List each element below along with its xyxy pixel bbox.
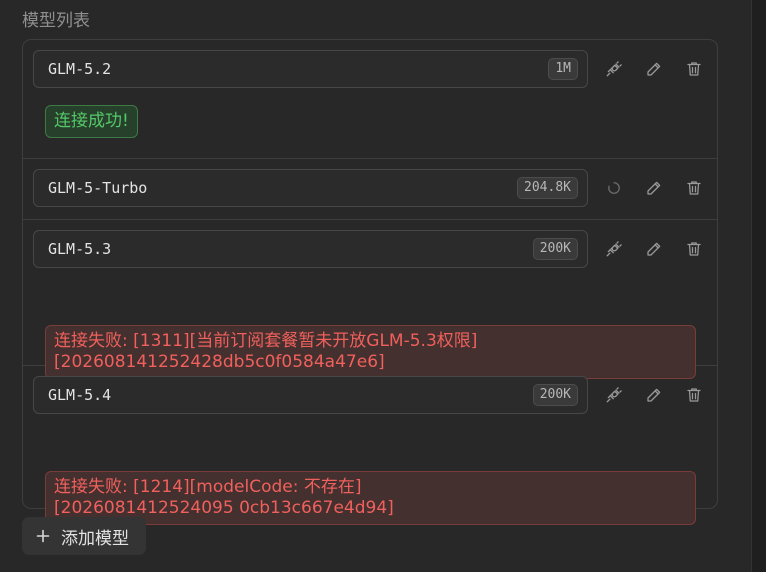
status-line: 连接成功! (54, 111, 129, 131)
context-length-badge: 1M (548, 58, 578, 80)
delete-button[interactable] (681, 56, 707, 82)
status-line: 连接失败: [1311][当前订阅套餐暂未开放GLM-5.3权限] (54, 331, 478, 351)
pencil-icon (647, 181, 661, 195)
test-connection-button[interactable] (601, 56, 627, 82)
status-line: [2026081412524095 0cb13c667e4d94] (54, 498, 394, 518)
edit-button[interactable] (641, 175, 667, 201)
delete-button[interactable] (681, 236, 707, 262)
trash-icon (687, 242, 701, 256)
plus-icon (36, 529, 50, 543)
add-model-label: 添加模型 (61, 528, 129, 549)
model-name: GLM-5.2 (48, 60, 112, 78)
edit-button[interactable] (641, 56, 667, 82)
test-connection-button[interactable] (601, 382, 627, 408)
model-name: GLM-5-Turbo (48, 179, 148, 197)
edit-button[interactable] (641, 236, 667, 262)
model-list: GLM-5.2 1M 连接成功! GLM-5-Turbo 204.8K GLM-… (22, 39, 718, 525)
model-name-field[interactable]: GLM-5-Turbo 204.8K (33, 169, 588, 207)
model-row: GLM-5-Turbo 204.8K (23, 159, 717, 220)
status-line: 连接失败: [1214][modelCode: 不存在] (54, 477, 362, 497)
scrollbar-track[interactable] (751, 0, 766, 572)
context-length-badge: 200K (532, 384, 578, 406)
status-error-message: 连接失败: [1214][modelCode: 不存在] [2026081412… (45, 471, 696, 525)
plug-icon (606, 241, 622, 257)
pencil-icon (647, 388, 661, 402)
pencil-icon (647, 62, 661, 76)
test-connection-button[interactable] (601, 175, 627, 201)
trash-icon (687, 388, 701, 402)
section-title: 模型列表 (22, 11, 90, 31)
trash-icon (687, 181, 701, 195)
model-name-field[interactable]: GLM-5.4 200K (33, 376, 588, 414)
delete-button[interactable] (681, 175, 707, 201)
model-row: GLM-5.3 200K 连接失败: [1311][当前订阅套餐暂未开放GLM-… (23, 220, 717, 379)
context-length-badge: 204.8K (517, 177, 578, 199)
model-name: GLM-5.3 (48, 240, 112, 258)
plug-icon (606, 387, 622, 403)
add-model-button[interactable]: 添加模型 (22, 517, 146, 555)
pencil-icon (647, 242, 661, 256)
model-name-field[interactable]: GLM-5.3 200K (33, 230, 588, 268)
model-name-field[interactable]: GLM-5.2 1M (33, 50, 588, 88)
context-length-badge: 200K (532, 238, 578, 260)
trash-icon (687, 62, 701, 76)
test-connection-button[interactable] (601, 236, 627, 262)
spinner-icon (608, 182, 620, 194)
delete-button[interactable] (681, 382, 707, 408)
model-row: GLM-5.4 200K 连接失败: [1214][modelCode: 不存在… (23, 366, 717, 525)
plug-icon (606, 61, 622, 77)
model-name: GLM-5.4 (48, 386, 112, 404)
edit-button[interactable] (641, 382, 667, 408)
model-row: GLM-5.2 1M 连接成功! (23, 40, 717, 159)
status-success-message: 连接成功! (45, 105, 138, 138)
